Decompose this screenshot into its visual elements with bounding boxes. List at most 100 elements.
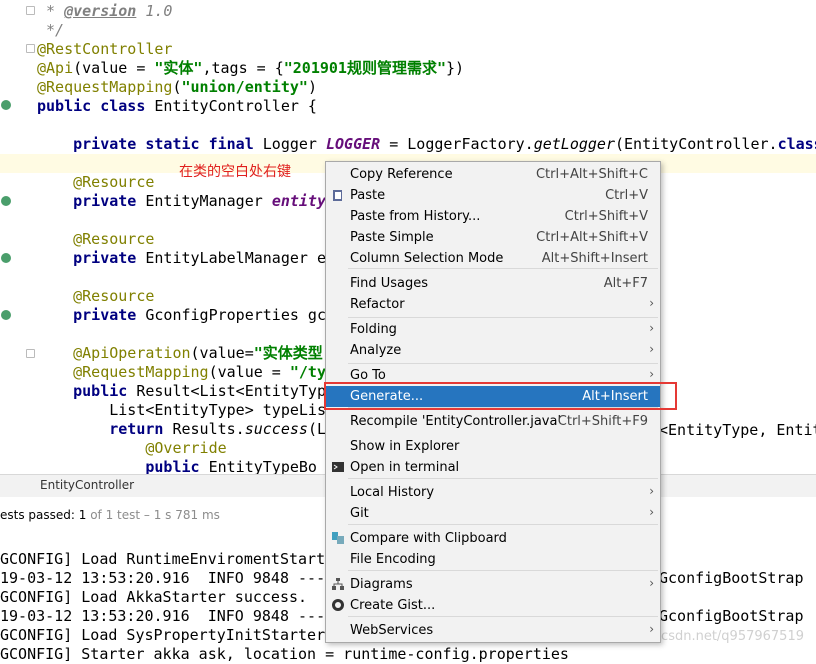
code-line: public Result<List<EntityTyp (37, 382, 326, 401)
menu-item-label: Create Gist... (350, 598, 436, 613)
menu-item-label: WebServices (350, 623, 434, 638)
menu-item-label: Copy Reference (350, 167, 453, 182)
menu-item-label: Local History (350, 485, 435, 500)
code-token: @RestController (37, 40, 173, 58)
code-token: public class (37, 97, 155, 115)
menu-separator (348, 616, 658, 617)
code-line: return Results.success(L (37, 420, 326, 439)
fold-marker-icon[interactable] (26, 44, 35, 53)
menu-item-label: Refactor (350, 297, 405, 312)
code-token: (value = (73, 59, 155, 77)
menu-item-paste[interactable]: Paste Ctrl+V (326, 185, 660, 206)
code-token: "union/entity" (181, 78, 308, 96)
console-line: 19-03-12 13:53:20.916 INFO 9848 --- (0, 569, 326, 587)
code-token: (value= (190, 344, 254, 362)
code-line: */ (37, 21, 64, 40)
code-line: private EntityManager entity (37, 192, 326, 211)
console-line-tail: GconfigBootStrap (659, 607, 804, 625)
menu-separator (348, 478, 658, 479)
code-token: Results. (172, 420, 245, 438)
fold-marker-icon[interactable] (26, 349, 35, 358)
submenu-arrow-icon: › (649, 576, 654, 590)
menu-item-label: Folding (350, 322, 397, 337)
menu-item-git[interactable]: Git › (326, 503, 660, 524)
code-token: EntityController { (154, 97, 317, 115)
menu-item-folding[interactable]: Folding › (326, 319, 660, 340)
github-icon (332, 599, 344, 611)
submenu-arrow-icon: › (649, 321, 654, 335)
code-line: @RequestMapping("union/entity") (37, 78, 317, 97)
code-token: "实体" (154, 59, 203, 77)
bean-gutter-icon[interactable] (1, 310, 11, 320)
code-token: */ (37, 21, 65, 39)
menu-item-refactor[interactable]: Refactor › (326, 294, 660, 315)
menu-item-file-encoding[interactable]: File Encoding (326, 549, 660, 570)
code-token: EntityTypeBo (208, 458, 317, 474)
diagrams-icon (332, 578, 344, 590)
console-line: 19-03-12 13:53:20.916 INFO 9848 --- (0, 607, 326, 625)
submenu-arrow-icon: › (649, 367, 654, 381)
menu-separator (348, 317, 658, 318)
terminal-icon (332, 462, 344, 472)
menu-item-shortcut: Ctrl+V (605, 188, 648, 203)
menu-item-copy-reference[interactable]: Copy Reference Ctrl+Alt+Shift+C (326, 164, 660, 185)
menu-item-label: Recompile 'EntityController.java' (350, 414, 562, 429)
code-token: (EntityController. (615, 135, 778, 153)
code-line: @Resource (37, 287, 154, 306)
menu-separator (348, 524, 658, 525)
code-token: @Resource (37, 173, 155, 191)
menu-separator (348, 363, 658, 364)
menu-item-webservices[interactable]: WebServices › (326, 620, 660, 641)
compare-icon (332, 532, 344, 544)
menu-item-show-in-explorer[interactable]: Show in Explorer (326, 436, 660, 457)
menu-item-shortcut: Ctrl+Alt+Shift+V (536, 230, 648, 245)
console-line: GCONFIG] Load RuntimeEnviromentStarte (0, 550, 335, 568)
paste-icon (333, 190, 342, 201)
console-line: GCONFIG] Load AkkaStarter success. (0, 588, 308, 606)
menu-item-label: Analyze (350, 343, 402, 358)
menu-item-label: Open in terminal (350, 460, 460, 475)
menu-item-analyze[interactable]: Analyze › (326, 340, 660, 361)
menu-item-local-history[interactable]: Local History › (326, 482, 660, 503)
menu-item-label: Git (350, 506, 369, 521)
class-gutter-icon[interactable] (1, 100, 11, 110)
menu-item-paste-simple[interactable]: Paste Simple Ctrl+Alt+Shift+V (326, 227, 660, 248)
test-status-text: ests passed: 1 of 1 test – 1 s 781 ms (0, 508, 220, 522)
code-line: @ApiOperation(value="实体类型 (37, 344, 323, 363)
menu-item-label: Paste from History... (350, 209, 481, 224)
menu-item-label: Paste (350, 188, 386, 203)
bean-gutter-icon[interactable] (1, 196, 11, 206)
code-token: @ApiOperation (37, 344, 191, 362)
console-line: GCONFIG] Starter akka ask, location = ru… (0, 645, 569, 663)
menu-item-column-selection-mode[interactable]: Column Selection Mode Alt+Shift+Insert (326, 248, 660, 269)
menu-item-recompile-entitycontroller-java[interactable]: Recompile 'EntityController.java' Ctrl+Sh… (326, 411, 660, 432)
menu-item-compare-with-clipboard[interactable]: Compare with Clipboard (326, 528, 660, 549)
code-line-tail: <EntityType, Entit (659, 421, 816, 439)
submenu-arrow-icon: › (649, 484, 654, 498)
breadcrumb-class-name[interactable]: EntityController (40, 478, 134, 492)
menu-item-label: Show in Explorer (350, 439, 460, 454)
bean-gutter-icon[interactable] (1, 253, 11, 263)
menu-item-diagrams[interactable]: Diagrams › (326, 574, 660, 595)
menu-item-find-usages[interactable]: Find Usages Alt+F7 (326, 273, 660, 294)
submenu-arrow-icon: › (649, 342, 654, 356)
code-line: @RequestMapping(value = "/ty (37, 363, 326, 382)
code-token: private (37, 306, 146, 324)
menu-item-label: Go To (350, 368, 386, 383)
code-token: (L (307, 420, 326, 438)
submenu-arrow-icon: › (649, 505, 654, 519)
code-token: @Resource (37, 287, 155, 305)
fold-marker-icon[interactable] (26, 6, 35, 15)
code-token: @RequestMapping (37, 78, 173, 96)
code-line: private EntityLabelManager e (37, 249, 326, 268)
editor-gutter (0, 0, 30, 474)
menu-item-open-in-terminal[interactable]: Open in terminal (326, 457, 660, 478)
right-click-hint: 在类的空白处右键 (179, 164, 291, 180)
menu-item-paste-from-history[interactable]: Paste from History... Ctrl+Shift+V (326, 206, 660, 227)
code-token: return (37, 420, 173, 438)
menu-item-create-gist[interactable]: Create Gist... (326, 595, 660, 616)
code-token: (value = (208, 363, 290, 381)
code-line: private GconfigProperties gc (37, 306, 326, 325)
code-token: 1.0 (136, 2, 173, 20)
menu-item-label: Paste Simple (350, 230, 434, 245)
